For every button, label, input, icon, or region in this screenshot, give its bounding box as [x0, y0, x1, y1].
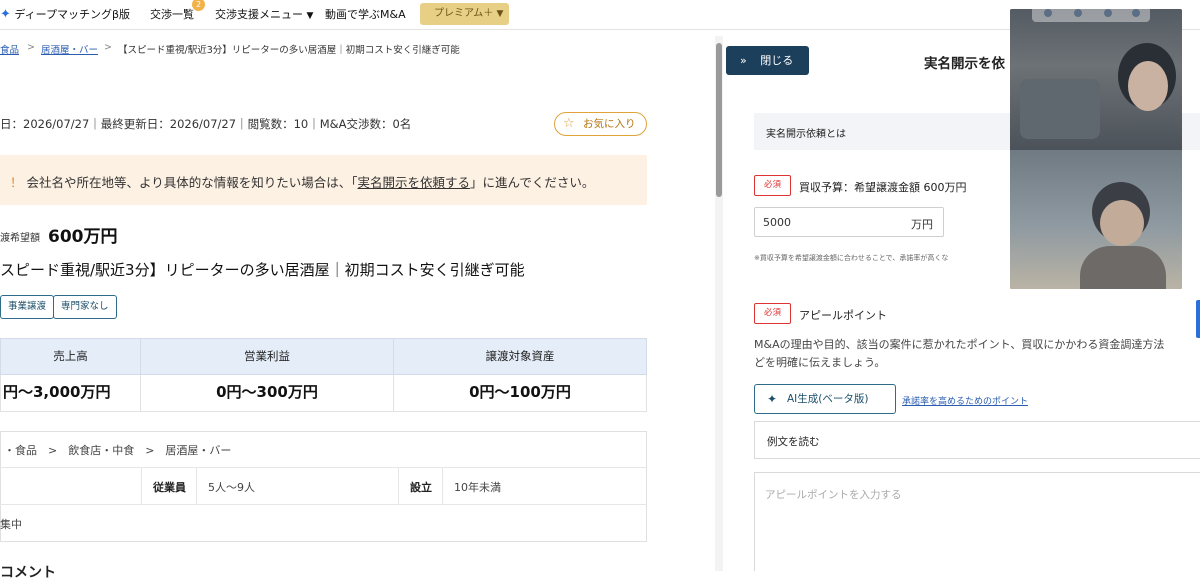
- category-path: ・食品 > 飲食店・中食 > 居酒屋・バー: [4, 444, 232, 457]
- read-example-accordion[interactable]: 例文を読む: [754, 421, 1200, 459]
- divider: [196, 467, 197, 504]
- financial-value-sales: 円〜3,000万円: [0, 375, 141, 412]
- info-icon: ！: [10, 175, 23, 190]
- side-tab[interactable]: [1196, 300, 1200, 338]
- financial-value-profit: 0円〜300万円: [140, 375, 394, 412]
- sparkle-icon: ✦: [767, 392, 778, 406]
- financial-header-profit: 営業利益: [140, 338, 394, 375]
- nav-negotiation-list[interactable]: 交渉一覧: [150, 6, 194, 22]
- comment-heading: コメント: [0, 565, 56, 581]
- tag-no-expert: 専門家なし: [53, 295, 117, 319]
- video-feed-top: [1010, 9, 1182, 150]
- screen-share-icon[interactable]: [1104, 9, 1112, 17]
- video-feed-bottom: [1010, 150, 1182, 289]
- established-label: 設立: [410, 481, 432, 494]
- tag-business-transfer: 事業譲渡: [0, 295, 55, 319]
- breadcrumb-separator: >: [104, 42, 112, 53]
- nav-video-learning[interactable]: 動画で学ぶM&A: [325, 6, 406, 22]
- camera-icon[interactable]: [1074, 9, 1082, 17]
- divider: [442, 467, 443, 504]
- budget-note: ※買収予算を希望譲渡金額に合わせることで、承諾率が高くな: [754, 254, 949, 262]
- panel-title: 実名開示を依: [924, 56, 1005, 72]
- budget-unit: 万円: [911, 218, 933, 231]
- breadcrumb-separator: >: [27, 42, 35, 53]
- chevron-down-icon: ▼: [496, 9, 504, 19]
- financial-header-sales: 売上高: [0, 338, 141, 375]
- divider: [141, 467, 142, 504]
- disclosure-notice: ！ 会社名や所在地等、より具体的な情報を知りたい場合は、「実名開示を依頼する」に…: [0, 155, 647, 205]
- divider: [398, 467, 399, 504]
- financial-header-assets: 譲渡対象資産: [393, 338, 647, 375]
- mic-icon[interactable]: [1044, 9, 1052, 17]
- financial-value-assets: 0円〜100万円: [393, 375, 647, 412]
- nav-deep-matching[interactable]: ✦ ディープマッチングβ版: [0, 6, 130, 22]
- double-chevron-right-icon: »: [740, 54, 747, 67]
- employees-label: 従業員: [153, 481, 186, 494]
- divider: [0, 504, 647, 505]
- price-value: 600万円: [48, 227, 118, 247]
- video-call-overlay[interactable]: [1010, 9, 1182, 289]
- appeal-description: M&Aの理由や目的、該当の案件に惹かれたポイント、買収にかかわる資金調達方法 ど…: [754, 338, 1165, 369]
- breadcrumb-item-food[interactable]: 食品: [0, 42, 19, 56]
- required-badge: 必須: [754, 303, 791, 324]
- breadcrumb-item-izakaya[interactable]: 居酒屋・バー: [41, 42, 98, 56]
- video-controls[interactable]: [1032, 4, 1150, 22]
- star-icon: ☆: [563, 116, 575, 131]
- favorite-button[interactable]: ☆ お気に入り: [554, 112, 647, 136]
- appeal-label: アピールポイント: [799, 309, 887, 322]
- close-icon[interactable]: [1132, 9, 1140, 17]
- price-label: 渡希望額: [0, 233, 40, 244]
- breadcrumb-current: 【スピード重視/駅近3分】リピーターの多い居酒屋｜初期コスト安く引継ぎ可能: [118, 45, 460, 56]
- chevron-down-icon: ▼: [306, 11, 314, 21]
- appeal-textarea[interactable]: アピールポイントを入力する: [754, 472, 1200, 571]
- notification-badge: 2: [192, 0, 205, 11]
- employees-value: 5人〜9人: [208, 481, 255, 494]
- premium-menu-button[interactable]: プレミアム＋ ▼: [420, 3, 509, 25]
- nav-support-menu[interactable]: 交渉支援メニュー ▼: [215, 6, 313, 22]
- required-badge: 必須: [754, 175, 791, 196]
- established-value: 10年未満: [454, 481, 501, 494]
- request-disclosure-link[interactable]: 実名開示を依頼する: [358, 175, 471, 190]
- scrollbar-thumb[interactable]: [716, 43, 722, 197]
- close-panel-button[interactable]: » 閉じる: [726, 46, 809, 75]
- approval-tips-link[interactable]: 承諾率を高めるためのポイント: [902, 394, 1028, 407]
- listing-title: スピード重視/駅近3分】リピーターの多い居酒屋｜初期コスト安く引継ぎ可能: [0, 261, 525, 279]
- budget-input[interactable]: 5000 万円: [754, 207, 944, 237]
- sparkle-icon: ✦: [0, 7, 11, 22]
- listing-meta: 日：2026/07/27｜最終更新日：2026/07/27｜閲覧数：10｜M&A…: [0, 117, 412, 131]
- divider: [0, 467, 647, 468]
- extra-info-text: 集中: [0, 518, 22, 531]
- ai-generate-button[interactable]: ✦ AI生成(ベータ版): [754, 384, 896, 414]
- budget-label: 買収予算：希望譲渡金額 600万円: [799, 181, 967, 194]
